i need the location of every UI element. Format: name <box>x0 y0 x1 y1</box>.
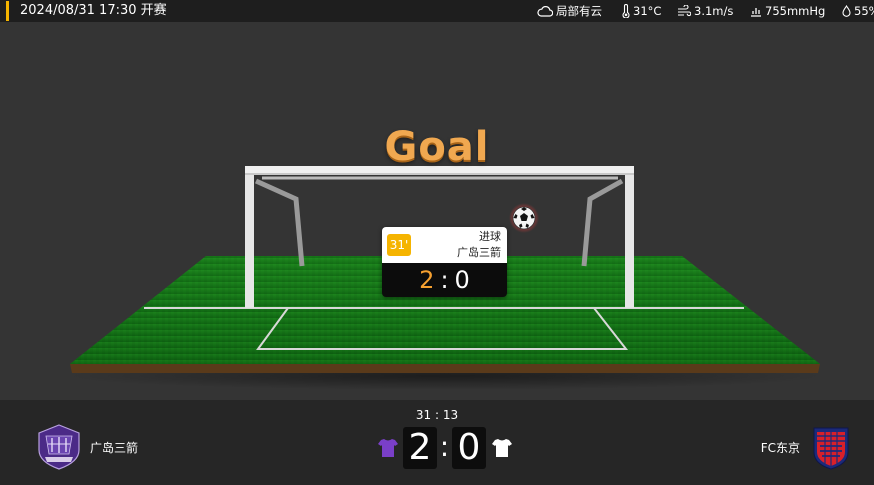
fc-tokyo-crest-icon[interactable] <box>812 424 850 470</box>
goal-event-card: 31' 进球 广岛三箭 2:0 <box>382 227 507 297</box>
goal-post-left <box>245 168 254 308</box>
soccer-ball-icon <box>509 203 539 233</box>
half-time-score: 31 : 13 <box>415 408 459 422</box>
pitch-soil-edge <box>70 364 820 373</box>
event-team: 广岛三箭 <box>457 246 501 259</box>
score-separator: : <box>439 430 450 463</box>
home-jersey-icon <box>378 439 398 457</box>
away-jersey-icon <box>492 439 512 457</box>
event-score-home: 2 <box>419 266 435 294</box>
goal-back-support-right <box>581 178 624 267</box>
event-score: 2:0 <box>382 263 507 297</box>
sanfrecce-hiroshima-crest-icon[interactable] <box>36 424 82 470</box>
event-score-separator: : <box>440 266 449 294</box>
event-score-away: 0 <box>454 266 470 294</box>
home-score: 2 <box>403 427 437 469</box>
event-minute-badge: 31' <box>387 234 411 256</box>
goal-post-right <box>625 168 634 308</box>
goal-back-support-left <box>254 178 305 267</box>
event-title: Goal <box>384 124 490 170</box>
event-type: 进球 <box>479 230 501 243</box>
away-score: 0 <box>452 427 486 469</box>
home-team-name[interactable]: 广岛三箭 <box>90 440 138 456</box>
away-team-name[interactable]: FC东京 <box>761 440 800 456</box>
pitch-scene <box>65 166 825 390</box>
scoreboard: 广岛三箭 31 : 13 2 : 0 FC东京 <box>0 400 874 485</box>
